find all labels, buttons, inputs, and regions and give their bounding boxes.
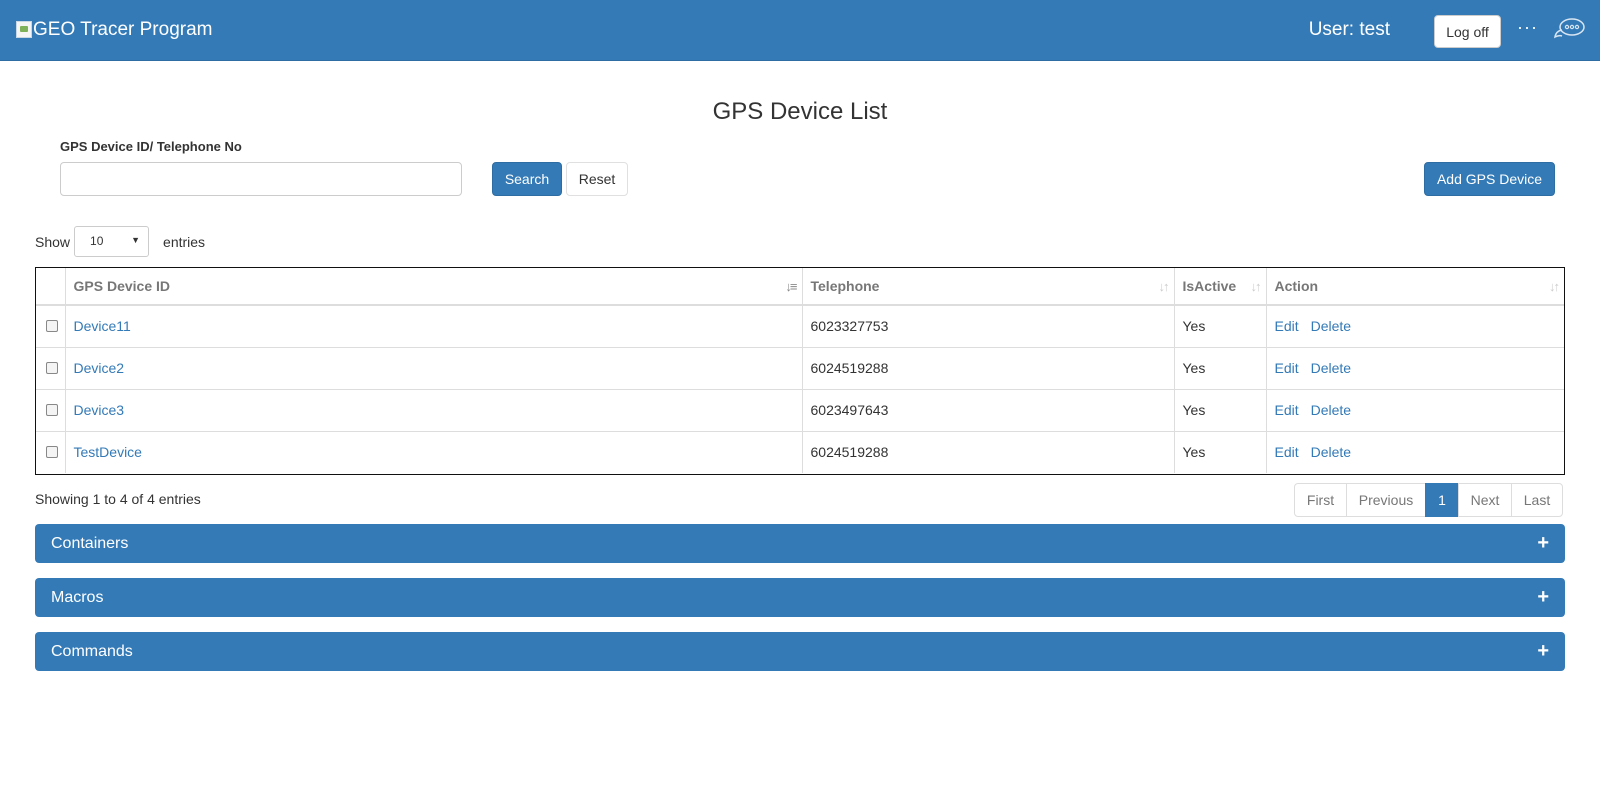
caret-down-icon: ▼ — [131, 235, 141, 245]
row-checkbox[interactable] — [46, 362, 58, 374]
sort-ascending-icon: ↓≡ — [785, 279, 797, 294]
table-info: Showing 1 to 4 of 4 entries — [35, 491, 201, 507]
device-id-link[interactable]: TestDevice — [74, 444, 142, 460]
sort-icon: ↓↑ — [1250, 279, 1262, 294]
delete-link[interactable]: Delete — [1311, 360, 1351, 376]
delete-link[interactable]: Delete — [1311, 444, 1351, 460]
page-size-value: 10 — [90, 234, 104, 248]
broken-image-icon — [16, 20, 32, 38]
expand-plus-icon[interactable]: + — [1537, 532, 1549, 555]
column-label: Telephone — [810, 278, 880, 294]
expand-plus-icon[interactable]: + — [1537, 640, 1549, 663]
edit-link[interactable]: Edit — [1275, 318, 1299, 334]
panel-title: Commands — [51, 642, 133, 660]
row-checkbox[interactable] — [46, 404, 58, 416]
pagination-first[interactable]: First — [1294, 483, 1347, 517]
sort-icon: ↓↑ — [1549, 279, 1560, 294]
entries-label: entries — [163, 233, 206, 250]
length-menu: Show 10 ▼ entries — [35, 226, 205, 257]
pagination-next[interactable]: Next — [1458, 483, 1512, 517]
pagination-last[interactable]: Last — [1511, 483, 1563, 517]
panel-commands[interactable]: Commands + — [35, 632, 1565, 671]
brand-text: GEO Tracer Program — [33, 19, 213, 40]
search-button[interactable]: Search — [492, 162, 562, 196]
action-cell: Edit Delete — [1266, 347, 1564, 390]
isactive-cell: Yes — [1174, 305, 1267, 348]
table-row: Device11 6023327753 Yes Edit Delete — [36, 305, 1564, 348]
isactive-cell: Yes — [1174, 347, 1267, 390]
column-label: IsActive — [1182, 278, 1237, 294]
row-checkbox[interactable] — [46, 320, 58, 333]
table-row: Device3 6023497643 Yes Edit Delete — [36, 389, 1564, 432]
column-header-device-id[interactable]: GPS Device ID ↓≡ — [65, 268, 803, 306]
panel-title: Macros — [51, 588, 104, 606]
telephone-cell: 6024519288 — [802, 347, 1175, 390]
column-header-action[interactable]: Action ↓↑ — [1266, 268, 1564, 306]
delete-link[interactable]: Delete — [1311, 318, 1351, 334]
action-cell: Edit Delete — [1266, 305, 1564, 348]
isactive-cell: Yes — [1174, 389, 1267, 432]
telephone-cell: 6023327753 — [802, 305, 1175, 348]
page-title: GPS Device List — [712, 98, 888, 125]
search-label: GPS Device ID/ Telephone No — [60, 139, 242, 154]
device-id-link[interactable]: Device3 — [74, 402, 125, 418]
delete-link[interactable]: Delete — [1311, 402, 1351, 418]
pagination-previous[interactable]: Previous — [1346, 483, 1426, 517]
device-id-link[interactable]: Device11 — [74, 318, 131, 334]
action-cell: Edit Delete — [1266, 389, 1564, 432]
user-label: User: test — [1308, 19, 1390, 40]
panel-macros[interactable]: Macros + — [35, 578, 1565, 617]
sort-icon: ↓↑ — [1158, 279, 1170, 294]
row-checkbox[interactable] — [46, 446, 58, 459]
brand-logo[interactable]: GEO Tracer Program — [16, 19, 213, 41]
more-options-button[interactable]: ··· — [1517, 17, 1538, 38]
table-row: Device2 6024519288 Yes Edit Delete — [36, 347, 1564, 390]
logoff-button[interactable]: Log off — [1434, 15, 1501, 48]
add-gps-device-button[interactable]: Add GPS Device — [1424, 162, 1555, 196]
pagination: First Previous 1 Next Last — [1294, 483, 1563, 517]
panel-containers[interactable]: Containers + — [35, 524, 1565, 563]
panel-title: Containers — [51, 534, 129, 552]
action-cell: Edit Delete — [1266, 431, 1564, 473]
table-row: TestDevice 6024519288 Yes Edit Delete — [36, 431, 1564, 473]
expand-plus-icon[interactable]: + — [1537, 586, 1549, 609]
page-size-select[interactable]: 10 ▼ — [74, 226, 150, 257]
pagination-page-1[interactable]: 1 — [1425, 483, 1459, 517]
column-header-isactive[interactable]: IsActive ↓↑ — [1174, 268, 1267, 306]
column-label: GPS Device ID — [73, 278, 171, 294]
edit-link[interactable]: Edit — [1275, 444, 1299, 460]
reset-button[interactable]: Reset — [566, 162, 628, 196]
search-input[interactable] — [60, 162, 462, 196]
telephone-cell: 6023497643 — [802, 389, 1175, 432]
edit-link[interactable]: Edit — [1275, 360, 1299, 376]
chat-bubble-icon[interactable] — [1553, 17, 1585, 43]
column-label: Action — [1274, 278, 1319, 294]
table-header-row: GPS Device ID ↓≡ Telephone ↓↑ IsActive ↓… — [36, 268, 1564, 306]
top-navbar: GEO Tracer Program User: test Log off ··… — [0, 0, 1600, 61]
isactive-cell: Yes — [1174, 431, 1267, 473]
select-column-header — [36, 268, 66, 306]
show-label: Show — [35, 233, 71, 250]
edit-link[interactable]: Edit — [1275, 402, 1299, 418]
telephone-cell: 6024519288 — [802, 431, 1175, 473]
column-header-telephone[interactable]: Telephone ↓↑ — [802, 268, 1175, 306]
device-id-link[interactable]: Device2 — [74, 360, 125, 376]
device-table: GPS Device ID ↓≡ Telephone ↓↑ IsActive ↓… — [35, 267, 1565, 475]
